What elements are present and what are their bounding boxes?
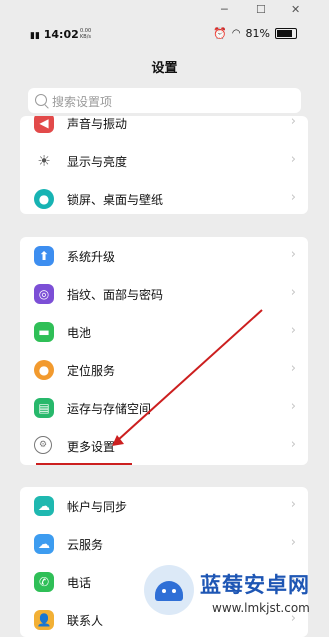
settings-item-more[interactable]: ⚙ 更多设置 ›: [20, 427, 308, 465]
settings-item-battery[interactable]: ▬ 电池 ›: [20, 313, 308, 351]
settings-item-label: 指纹、面部与密码: [67, 288, 164, 302]
settings-item-security[interactable]: ◎ 指纹、面部与密码 ›: [20, 275, 308, 313]
settings-item-system-update[interactable]: ⬆ 系统升级 ›: [20, 237, 308, 275]
chevron-right-icon: ›: [290, 285, 296, 300]
signal-icon: ▮▮: [30, 31, 40, 41]
chevron-right-icon: ›: [290, 190, 296, 205]
more-settings-icon: ⚙: [34, 436, 52, 454]
settings-item-label: 电池: [67, 326, 92, 340]
settings-item-wallpaper[interactable]: ● 锁屏、桌面与壁纸 ›: [20, 180, 308, 214]
close-button[interactable]: ✕: [291, 3, 300, 17]
chevron-right-icon: ›: [290, 323, 296, 338]
search-input[interactable]: 搜索设置项: [28, 88, 301, 113]
settings-item-label: 电话: [67, 576, 92, 590]
status-right: ⏰ ◠ 81%: [213, 27, 297, 40]
storage-icon: ▤: [34, 398, 54, 418]
settings-item-label: 定位服务: [67, 364, 116, 378]
status-bar: ▮▮ 14:02 0.00 KB/s ⏰ ◠ 81%: [0, 26, 329, 46]
battery-percent: 81%: [245, 27, 270, 40]
settings-item-label: 锁屏、桌面与壁纸: [67, 193, 164, 207]
maximize-button[interactable]: ☐: [256, 3, 266, 17]
settings-item-label: 更多设置: [67, 440, 116, 454]
settings-item-label: 云服务: [67, 538, 104, 552]
android-robot-icon: [155, 581, 183, 601]
search-placeholder: 搜索设置项: [52, 95, 113, 109]
contacts-icon: 👤: [34, 610, 54, 630]
minimize-button[interactable]: ─: [221, 3, 228, 17]
settings-item-label: 运存与存储空间: [67, 402, 152, 416]
settings-item-display[interactable]: ☀ 显示与亮度 ›: [20, 142, 308, 180]
cloud-icon: ☁: [34, 534, 54, 554]
chevron-right-icon: ›: [290, 361, 296, 376]
chevron-right-icon: ›: [290, 535, 296, 550]
page-title: 设置: [151, 61, 178, 76]
search-icon: [35, 94, 47, 106]
chevron-right-icon: ›: [290, 437, 296, 452]
settings-item-storage[interactable]: ▤ 运存与存储空间 ›: [20, 389, 308, 427]
alarm-icon: ⏰: [213, 27, 227, 40]
system-update-icon: ⬆: [34, 246, 54, 266]
settings-item-cloud[interactable]: ☁ 云服务 ›: [20, 525, 308, 563]
settings-item-label: 联系人: [67, 614, 104, 628]
battery-icon: [275, 28, 297, 39]
settings-item-label: 系统升级: [67, 250, 116, 264]
settings-item-account-sync[interactable]: ☁ 帐户与同步 ›: [20, 487, 308, 525]
window-controls: ─ ☐ ✕: [219, 3, 329, 19]
settings-item-label: 显示与亮度: [67, 155, 128, 169]
settings-item-location[interactable]: ● 定位服务 ›: [20, 351, 308, 389]
clock-text: 14:02: [43, 28, 79, 41]
settings-item-label: 声音与振动: [67, 117, 128, 131]
settings-item-sound[interactable]: ◀ 声音与振动 ›: [20, 116, 308, 142]
watermark-brand: 蓝莓安卓网: [200, 573, 310, 597]
phone-icon: ✆: [34, 572, 54, 592]
location-icon: ●: [34, 360, 54, 380]
chevron-right-icon: ›: [290, 497, 296, 512]
account-sync-icon: ☁: [34, 496, 54, 516]
settings-group-2: ⬆ 系统升级 › ◎ 指纹、面部与密码 › ▬ 电池 › ● 定位服务 › ▤ …: [20, 237, 308, 465]
watermark-url: www.lmkjst.com: [212, 601, 310, 615]
chevron-right-icon: ›: [290, 247, 296, 262]
speaker-icon: ◀: [34, 116, 54, 133]
chevron-right-icon: ›: [290, 152, 296, 167]
chevron-right-icon: ›: [290, 399, 296, 414]
palette-icon: ●: [34, 189, 54, 209]
fingerprint-icon: ◎: [34, 284, 54, 304]
network-speed: 0.00 KB/s: [80, 28, 92, 40]
status-time: ▮▮ 14:02: [30, 28, 79, 41]
sun-icon: ☀: [34, 151, 54, 171]
chevron-right-icon: ›: [290, 116, 296, 129]
settings-group-1: ◀ 声音与振动 › ☀ 显示与亮度 › ● 锁屏、桌面与壁纸 ›: [20, 116, 308, 214]
settings-item-label: 帐户与同步: [67, 500, 128, 514]
wifi-icon: ◠: [231, 28, 241, 39]
watermark: 蓝莓安卓网 www.lmkjst.com: [138, 563, 329, 629]
battery-icon: ▬: [34, 322, 54, 342]
